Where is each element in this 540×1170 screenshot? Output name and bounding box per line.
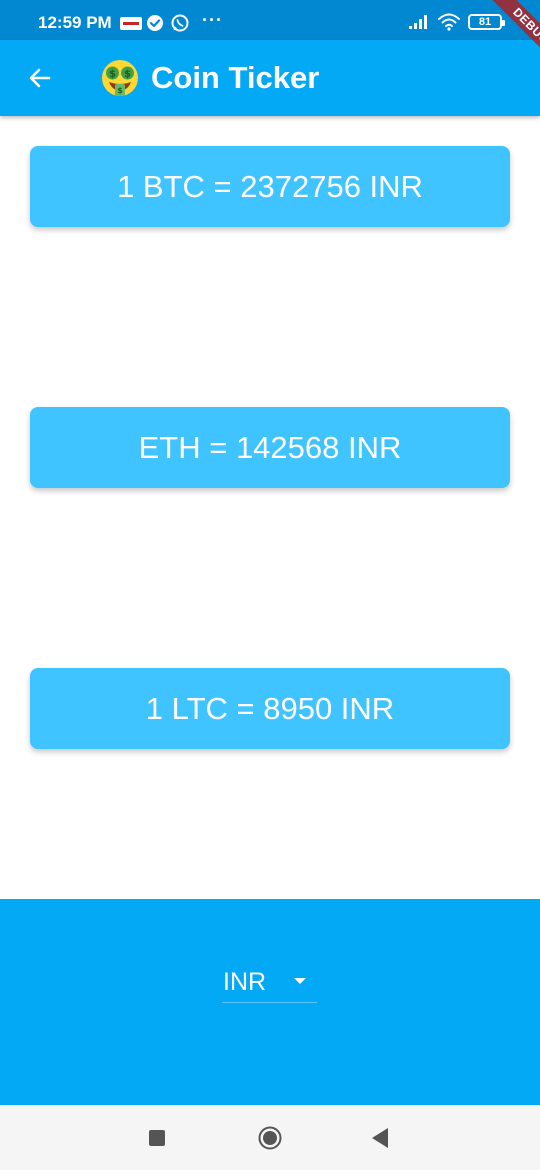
signal-icon: [409, 15, 427, 29]
system-back-button[interactable]: [372, 1128, 388, 1148]
caret-down-icon: [294, 978, 306, 984]
home-button[interactable]: [258, 1126, 282, 1150]
svg-text:$: $: [117, 86, 123, 95]
ltc-rate-card: 1 LTC = 8950 INR: [30, 668, 510, 749]
battery-icon: 81: [468, 14, 505, 30]
app-title: Coin Ticker: [151, 60, 320, 95]
more-notifications-icon: ···: [202, 10, 223, 30]
battery-level: 81: [478, 16, 492, 28]
status-time: 12:59 PM: [38, 13, 112, 32]
status-bar: 12:59 PM ··· 81: [0, 0, 540, 40]
eth-rate-card: ETH = 142568 INR: [30, 407, 510, 488]
news-notification-icon: [120, 17, 142, 30]
back-button[interactable]: [20, 58, 60, 98]
svg-text:$: $: [124, 69, 131, 80]
app-bar: $ $ $ Coin Ticker: [0, 40, 540, 116]
arrow-left-icon: [29, 68, 51, 88]
eth-rate-text: ETH = 142568 INR: [138, 429, 402, 465]
status-indicators: 81: [408, 12, 505, 32]
money-mouth-face-icon: $ $ $: [102, 60, 138, 96]
wifi-icon: [438, 13, 460, 31]
btc-rate-card: 1 BTC = 2372756 INR: [30, 146, 510, 227]
system-navigation-bar: [0, 1105, 540, 1170]
whatsapp-icon: [171, 14, 189, 32]
currency-panel: INR: [0, 899, 540, 1105]
currency-dropdown[interactable]: INR: [222, 961, 317, 1003]
btc-rate-text: 1 BTC = 2372756 INR: [117, 168, 423, 204]
ltc-rate-text: 1 LTC = 8950 INR: [145, 690, 395, 726]
check-circle-icon: [147, 15, 163, 31]
recents-button[interactable]: [149, 1130, 165, 1146]
currency-selected-value: INR: [223, 968, 267, 996]
svg-text:$: $: [109, 69, 116, 80]
